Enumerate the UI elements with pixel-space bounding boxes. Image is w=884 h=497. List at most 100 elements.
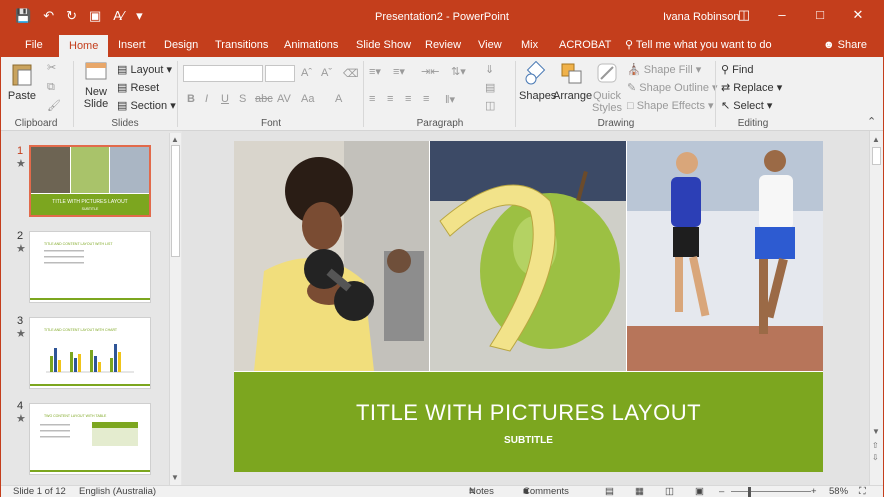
zoom-slider[interactable] bbox=[731, 491, 811, 492]
clear-format-icon[interactable]: ⌫ bbox=[343, 67, 359, 80]
tab-file[interactable]: File bbox=[25, 33, 43, 57]
slide[interactable]: TITLE WITH PICTURES LAYOUT SUBTITLE bbox=[234, 141, 823, 472]
text-direction-icon[interactable]: ⇓ bbox=[485, 63, 494, 76]
share-button[interactable]: ☻ Share bbox=[823, 33, 867, 57]
shapes-label: Shapes bbox=[519, 90, 557, 102]
slideshow-view-icon[interactable]: ▣ bbox=[695, 486, 704, 497]
reset-button[interactable]: ▤ Reset bbox=[117, 81, 159, 94]
font-size-box[interactable] bbox=[265, 65, 295, 82]
arrange-label: Arrange bbox=[553, 90, 593, 102]
tab-home[interactable]: Home bbox=[59, 35, 109, 57]
line-spacing-icon[interactable]: ⇅▾ bbox=[451, 65, 466, 78]
italic-button[interactable]: I bbox=[205, 93, 208, 105]
indent-icon[interactable]: ⇥⇤ bbox=[421, 65, 439, 78]
strikethrough-button[interactable]: abc bbox=[255, 93, 273, 105]
close-button[interactable]: ✕ bbox=[839, 7, 877, 23]
layout-button[interactable]: ▤ Layout ▾ bbox=[117, 63, 172, 76]
shape-outline-button[interactable]: ✎ Shape Outline ▾ bbox=[627, 81, 718, 94]
fit-to-window-icon[interactable]: ⛶ bbox=[859, 486, 866, 497]
section-icon: ▤ bbox=[117, 100, 131, 112]
scroll-up-icon[interactable]: ▲ bbox=[872, 135, 880, 144]
drawing-group-label: Drawing bbox=[597, 118, 635, 129]
tab-slide-show[interactable]: Slide Show bbox=[356, 33, 411, 57]
align-text-icon[interactable]: ▤ bbox=[485, 81, 495, 94]
smartart-icon[interactable]: ◫ bbox=[485, 99, 495, 112]
shape-effects-button[interactable]: □ Shape Effects ▾ bbox=[627, 99, 714, 112]
tab-mix[interactable]: Mix bbox=[521, 33, 538, 57]
char-spacing-button[interactable]: AV bbox=[277, 93, 291, 105]
slide-sorter-icon[interactable]: ▦ bbox=[635, 486, 644, 497]
previous-slide-icon[interactable]: ⇧ bbox=[872, 441, 879, 450]
scroll-down-icon[interactable]: ▼ bbox=[872, 427, 880, 436]
font-name-box[interactable] bbox=[183, 65, 263, 82]
transition-star-icon: ★ bbox=[16, 158, 26, 170]
zoom-slider-thumb[interactable] bbox=[748, 487, 751, 497]
slide-title-area[interactable]: TITLE WITH PICTURES LAYOUT SUBTITLE bbox=[234, 372, 823, 472]
select-button[interactable]: ↖ Select ▾ bbox=[721, 99, 772, 112]
arrange-button[interactable]: Arrange bbox=[553, 61, 593, 102]
tab-design[interactable]: Design bbox=[164, 33, 198, 57]
shadow-button[interactable]: S bbox=[239, 93, 246, 105]
status-bar: Slide 1 of 12 English (Australia) ≡ Note… bbox=[1, 485, 883, 497]
new-slide-button[interactable]: New Slide bbox=[79, 61, 113, 110]
underline-button[interactable]: U bbox=[221, 93, 229, 105]
minimize-button[interactable]: – bbox=[763, 7, 801, 23]
quick-styles-button[interactable]: Quick Styles bbox=[591, 61, 623, 114]
thumbnail-slide-1[interactable]: TITLE WITH PICTURES LAYOUT SUBTITLE bbox=[29, 145, 151, 217]
zoom-out-icon[interactable]: – bbox=[719, 486, 724, 497]
normal-view-icon[interactable]: ▤ bbox=[605, 486, 614, 497]
picture-runners[interactable] bbox=[627, 141, 823, 371]
picture-apple[interactable] bbox=[430, 141, 626, 371]
zoom-in-icon[interactable]: + bbox=[811, 486, 817, 497]
cut-icon[interactable]: ✂ bbox=[47, 61, 56, 74]
numbering-icon[interactable]: ≡▾ bbox=[393, 65, 405, 78]
slide-title[interactable]: TITLE WITH PICTURES LAYOUT bbox=[234, 400, 823, 426]
justify-icon[interactable]: ≡ bbox=[423, 93, 429, 105]
scrollbar-thumb[interactable] bbox=[872, 147, 881, 165]
slide-vertical-scrollbar[interactable]: ▲ ▼ ⇧ ⇩ bbox=[869, 131, 883, 485]
language-indicator[interactable]: English (Australia) bbox=[79, 486, 156, 497]
bold-button[interactable]: B bbox=[187, 93, 195, 105]
shapes-button[interactable]: Shapes bbox=[519, 60, 557, 102]
zoom-level[interactable]: 58% bbox=[829, 486, 848, 497]
find-button[interactable]: ⚲ Find bbox=[721, 63, 754, 76]
paste-button[interactable]: Paste bbox=[7, 61, 37, 102]
tab-view[interactable]: View bbox=[478, 33, 502, 57]
thumb-number-1: 1 bbox=[17, 145, 24, 157]
columns-icon[interactable]: ‖▾ bbox=[445, 93, 455, 106]
bullets-icon[interactable]: ≡▾ bbox=[369, 65, 381, 78]
grow-font-icon[interactable]: Aˆ bbox=[301, 67, 312, 79]
replace-button[interactable]: ⇄ Replace ▾ bbox=[721, 81, 782, 94]
shape-fill-button[interactable]: ⛪ Shape Fill ▾ bbox=[627, 63, 701, 76]
copy-icon[interactable]: ⧉ bbox=[47, 81, 55, 94]
tab-insert[interactable]: Insert bbox=[118, 33, 146, 57]
thumbnail-slide-4[interactable]: TWO CONTENT LAYOUT WITH TABLE bbox=[29, 403, 151, 475]
tab-review[interactable]: Review bbox=[425, 33, 461, 57]
thumb-title-3: TITLE AND CONTENT LAYOUT WITH CHART bbox=[44, 328, 118, 332]
align-center-icon[interactable]: ≡ bbox=[387, 93, 393, 105]
shrink-font-icon[interactable]: Aˇ bbox=[321, 67, 332, 79]
reading-view-icon[interactable]: ◫ bbox=[665, 486, 674, 497]
scrollbar-thumb[interactable] bbox=[171, 145, 180, 257]
font-color-button[interactable]: A bbox=[335, 93, 342, 105]
next-slide-icon[interactable]: ⇩ bbox=[872, 453, 879, 462]
tell-me-box[interactable]: ⚲ Tell me what you want to do bbox=[625, 33, 772, 57]
align-right-icon[interactable]: ≡ bbox=[405, 93, 411, 105]
thumbnail-slide-2[interactable]: TITLE AND CONTENT LAYOUT WITH LIST bbox=[29, 231, 151, 303]
tab-animations[interactable]: Animations bbox=[284, 33, 338, 57]
slide-subtitle[interactable]: SUBTITLE bbox=[234, 435, 823, 446]
section-button[interactable]: ▤ Section ▾ bbox=[117, 99, 176, 112]
ribbon-display-options-icon[interactable]: ◫ bbox=[725, 7, 763, 23]
collapse-ribbon-icon[interactable]: ⌃ bbox=[867, 115, 876, 128]
scroll-up-icon[interactable]: ▲ bbox=[171, 135, 179, 144]
tab-transitions[interactable]: Transitions bbox=[215, 33, 268, 57]
thumbnail-scrollbar[interactable]: ▲ ▼ bbox=[169, 133, 181, 485]
maximize-button[interactable]: □ bbox=[801, 7, 839, 23]
change-case-button[interactable]: Aa bbox=[301, 93, 314, 105]
scroll-down-icon[interactable]: ▼ bbox=[171, 473, 179, 482]
tab-acrobat[interactable]: ACROBAT bbox=[559, 33, 611, 57]
picture-weightlifter[interactable] bbox=[234, 141, 429, 371]
thumbnail-slide-3[interactable]: TITLE AND CONTENT LAYOUT WITH CHART bbox=[29, 317, 151, 389]
format-painter-icon[interactable]: 🖌 bbox=[47, 99, 61, 112]
align-left-icon[interactable]: ≡ bbox=[369, 93, 375, 105]
